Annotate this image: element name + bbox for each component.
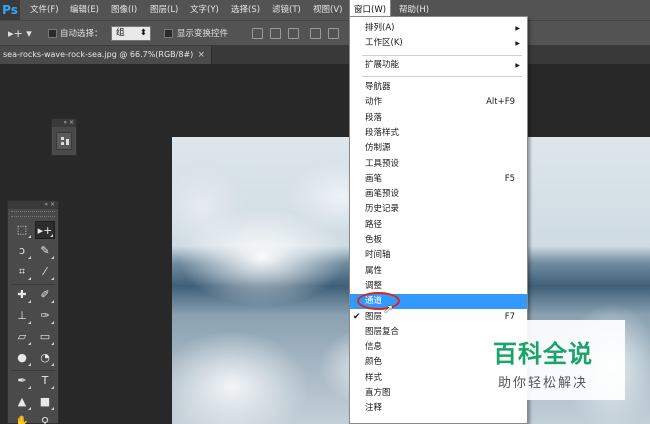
menu-select[interactable]: 选择(S) [231,0,260,20]
menu-item-clone-source[interactable]: 仿制源 [350,141,527,156]
auto-select-dropdown[interactable]: 组 ⬍ [111,26,151,41]
options-bar: ▸+ ▾ 自动选择： 组 ⬍ 显示变换控件 [0,20,650,46]
menu-type[interactable]: 文字(Y) [190,0,219,20]
dodge-tool-icon[interactable]: ◔ [35,349,55,367]
watermark-subtitle: 助你轻松解决 [497,376,588,391]
zoom-tool-icon[interactable]: ⚲ [35,413,55,424]
menu-item-brush-presets[interactable]: 画笔预设 [350,187,527,202]
menu-file[interactable]: 文件(F) [30,0,59,20]
menu-item-workspace[interactable]: 工作区(K) ▶ [350,36,527,51]
gradient-tool-icon[interactable]: ▭ [35,328,55,346]
menu-item-actions[interactable]: 动作 Alt+F9 [350,95,527,110]
show-transform-checkbox[interactable] [164,29,173,38]
menu-image[interactable]: 图像(I) [111,0,137,20]
lasso-tool-icon[interactable]: ↄ [12,242,32,260]
menu-edit[interactable]: 编辑(E) [70,0,99,20]
blur-tool-icon[interactable]: ● [12,349,32,367]
watermark-title: 百科全说 [493,340,593,368]
hand-tool-icon[interactable]: ✋ [12,413,32,424]
menu-filter[interactable]: 滤镜(T) [272,0,301,20]
menu-item-timeline[interactable]: 时间轴 [350,248,527,263]
align-left-icon[interactable] [310,28,321,39]
menu-separator [362,76,522,77]
submenu-arrow-icon: ▶ [515,25,520,32]
auto-select-label: 自动选择： [60,29,103,39]
move-tool-icon[interactable]: ▸+ [35,221,55,239]
menu-bar: Ps 文件(F) 编辑(E) 图像(I) 图层(L) 文字(Y) 选择(S) 滤… [0,0,650,20]
menu-item-properties[interactable]: 属性 [350,264,527,279]
type-tool-icon[interactable]: T [35,372,55,390]
align-vcenter-icon[interactable] [270,28,281,39]
menu-layer[interactable]: 图层(L) [150,0,178,20]
watermark-logo: 百科全说 助你轻松解决 [461,320,625,400]
healing-brush-tool-icon[interactable]: ✚ [12,286,32,304]
menu-item-tool-presets[interactable]: 工具预设 [350,157,527,172]
dropdown-arrow-icon: ⬍ [139,28,147,38]
show-transform-label: 显示变换控件 [177,29,229,39]
checkmark-icon: ✔ [353,311,361,322]
toolbox-grip[interactable] [11,211,55,217]
toolbox-divider [11,284,55,285]
clone-stamp-tool-icon[interactable]: ⊥ [12,307,32,325]
auto-select-value: 组 [116,28,125,38]
move-tool-preset-icon[interactable]: ▸+ ▾ [8,27,32,41]
crop-tool-icon[interactable]: ⌗ [12,263,32,281]
history-brush-tool-icon[interactable]: ✑ [35,307,55,325]
photoshop-logo: Ps [0,0,20,20]
path-select-tool-icon[interactable]: ▲ [12,393,32,411]
menu-separator [362,55,522,56]
quick-select-tool-icon[interactable]: ✎ [35,242,55,260]
toolbox-header[interactable]: « × [8,201,58,209]
toolbox-divider [11,370,55,371]
eyedropper-tool-icon[interactable]: ⁄ [35,263,55,281]
menu-item-paths[interactable]: 路径 [350,218,527,233]
document-tab-bar: sea-rocks-wave-rock-sea.jpg @ 66.7%(RGB/… [0,46,650,64]
align-top-icon[interactable] [252,28,263,39]
menu-item-extensions[interactable]: 扩展功能 ▶ [350,58,527,73]
shortcut-label: Alt+F9 [486,97,515,108]
toolbox: « × ⬚ ▸+ ↄ ✎ ⌗ ⁄ ✚ ✐ ⊥ ✑ ▱ ▭ ● ◔ ✒ T ▲ ■… [7,200,59,424]
panel-header[interactable]: » × [52,119,76,127]
document-tab-title: sea-rocks-wave-rock-sea.jpg @ 66.7%(RGB/… [3,50,194,59]
marquee-tool-icon[interactable]: ⬚ [12,221,32,239]
menu-item-navigator[interactable]: 导航器 [350,80,527,95]
menu-view[interactable]: 视图(V) [313,0,342,20]
menu-item-arrange[interactable]: 排列(A) ▶ [350,21,527,36]
eraser-tool-icon[interactable]: ▱ [12,328,32,346]
shortcut-label: F5 [504,173,515,184]
mouse-cursor-icon: ➚ [383,302,394,317]
collapsed-panel: » × [51,118,77,156]
panel-toggle-button[interactable] [56,132,72,150]
close-icon[interactable]: × [197,46,205,64]
pen-tool-icon[interactable]: ✒ [12,372,32,390]
menu-item-notes[interactable]: 注释 [350,401,527,416]
align-hcenter-icon[interactable] [328,28,339,39]
align-bottom-icon[interactable] [288,28,299,39]
menu-item-swatches[interactable]: 色板 [350,233,527,248]
shape-tool-icon[interactable]: ■ [35,393,55,411]
document-tab[interactable]: sea-rocks-wave-rock-sea.jpg @ 66.7%(RGB/… [0,46,212,64]
submenu-arrow-icon: ▶ [515,62,520,69]
auto-select-checkbox[interactable] [48,29,57,38]
brush-tool-icon[interactable]: ✐ [35,286,55,304]
menu-item-history[interactable]: 历史记录 [350,202,527,217]
submenu-arrow-icon: ▶ [515,40,520,47]
menu-item-paragraph-styles[interactable]: 段落样式 [350,126,527,141]
menu-item-paragraph[interactable]: 段落 [350,111,527,126]
menu-item-brush[interactable]: 画笔 F5 [350,172,527,187]
history-brush-icon [61,137,69,145]
